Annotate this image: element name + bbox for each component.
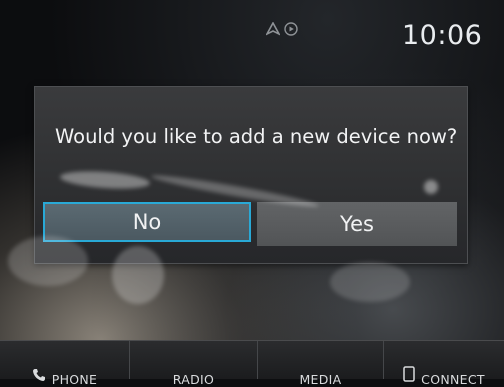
nav-radio-button[interactable]: RADIO [130,341,258,387]
nav-media-button[interactable]: MEDIA [258,341,384,387]
yes-button[interactable]: Yes [257,202,457,246]
nav-media-label: MEDIA [299,372,342,387]
add-device-dialog: Would you like to add a new device now? … [34,86,468,264]
status-icons [266,22,298,36]
nav-connect-button[interactable]: CONNECT [384,341,504,387]
nav-radio-label: RADIO [172,372,215,387]
status-bar: 10:06 [0,0,504,60]
nav-phone-button[interactable]: PHONE [0,341,130,387]
no-button[interactable]: No [43,202,251,242]
infotainment-screen: 10:06 Would you like to add a new device… [0,0,504,387]
dialog-message: Would you like to add a new device now? [55,125,458,148]
nav-connect-label: CONNECT [421,372,485,387]
clock: 10:06 [402,20,483,51]
nav-phone-label: PHONE [51,372,98,387]
yes-button-label: Yes [340,212,374,236]
no-button-label: No [132,210,162,234]
bottom-nav-bar: PHONE RADIO MEDIA CONNECT [0,340,504,387]
phone-device-icon [403,366,415,385]
glare-reflection [330,262,410,302]
phone-icon [32,368,46,385]
navigation-arrow-icon [266,22,280,36]
play-circle-icon [284,22,298,36]
